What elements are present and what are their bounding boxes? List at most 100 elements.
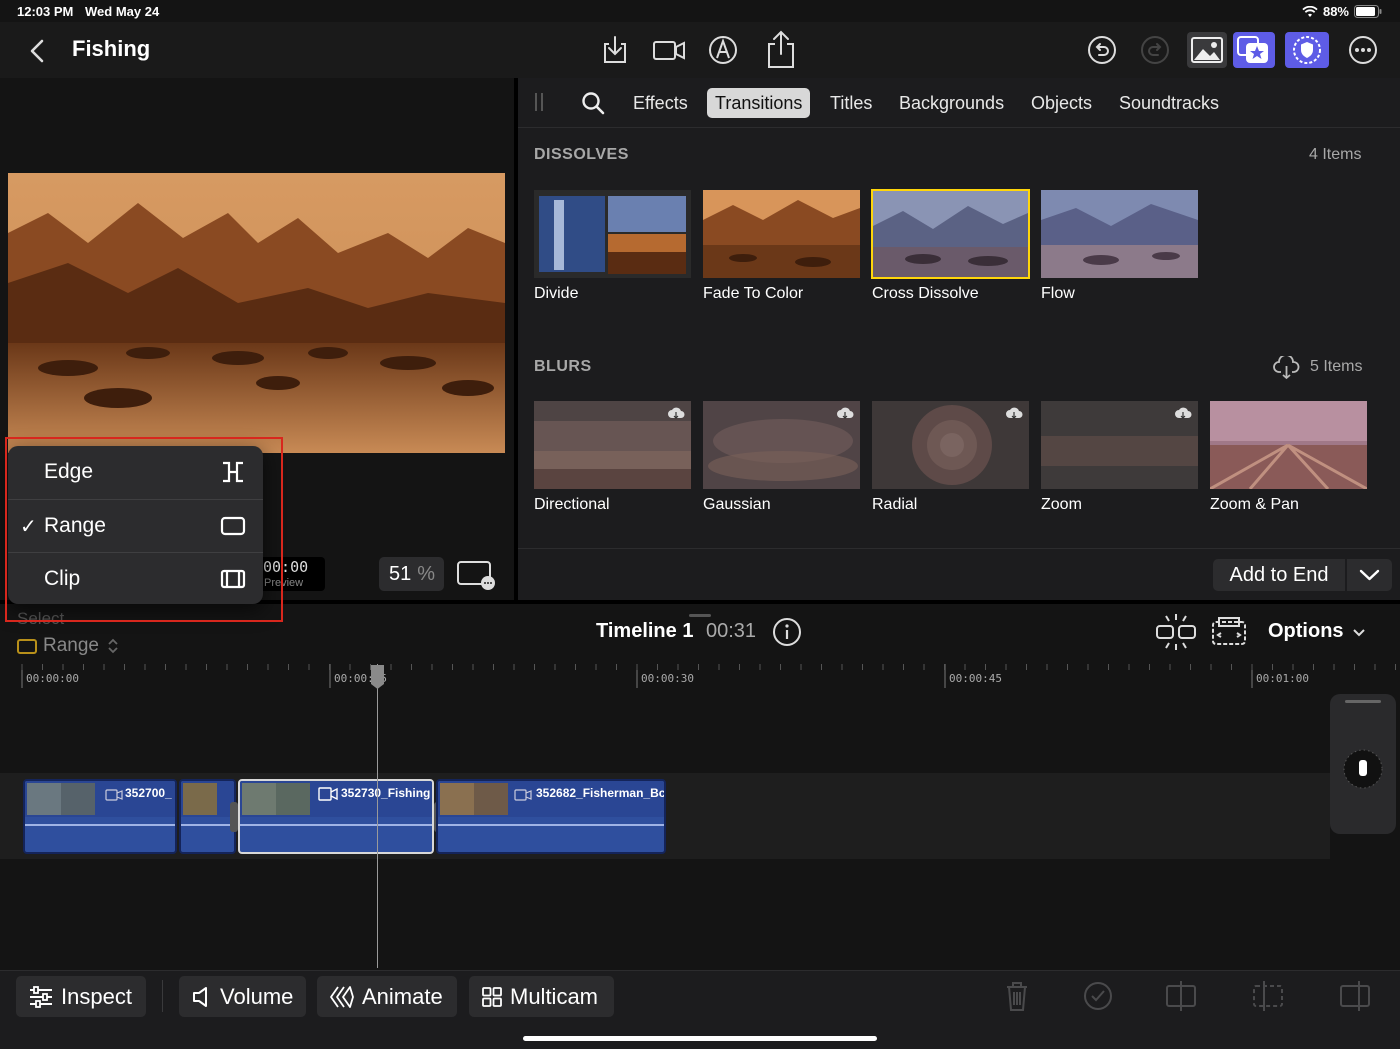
tab-transitions[interactable]: Transitions <box>707 88 811 118</box>
cloud-download-icon <box>1006 407 1023 419</box>
transition-divide[interactable] <box>534 190 691 278</box>
undo-icon[interactable] <box>1084 32 1120 68</box>
shield-button[interactable] <box>1285 32 1329 68</box>
chevron-updown-icon <box>108 638 118 654</box>
zoom-control[interactable]: 51% <box>379 557 444 591</box>
photos-button[interactable] <box>1187 32 1227 68</box>
timeline-duration: 00:31 <box>706 620 757 642</box>
camera-icon[interactable] <box>651 32 687 68</box>
clip-name: 352730_Fishing <box>341 786 431 800</box>
import-icon[interactable] <box>597 32 633 68</box>
transition-label: Zoom & Pan <box>1210 496 1299 513</box>
ruler-label: 00:01:00 <box>1256 672 1309 685</box>
content-browser <box>518 78 1400 600</box>
add-options-button[interactable] <box>1347 559 1392 591</box>
options-menu-button[interactable]: Options <box>1268 620 1344 643</box>
video-clip[interactable]: 352700_ <box>23 779 177 854</box>
animate-label: Animate <box>362 983 443 1009</box>
project-title: Fishing <box>72 36 151 61</box>
add-to-end-button[interactable]: Add to End <box>1213 559 1345 591</box>
transition-label: Flow <box>1041 285 1075 302</box>
status-right: 88% <box>1302 4 1382 19</box>
viewer-options-icon[interactable] <box>456 559 498 591</box>
shield-icon <box>1293 36 1321 64</box>
transition-flow[interactable] <box>1041 190 1198 278</box>
share-icon[interactable] <box>762 29 800 71</box>
video-preview[interactable] <box>8 173 505 453</box>
ruler-label: 00:00:45 <box>949 672 1002 685</box>
section-title-dissolves: DISSOLVES <box>534 146 629 163</box>
tab-soundtracks[interactable]: Soundtracks <box>1111 88 1227 118</box>
video-clip-icon <box>514 789 532 801</box>
info-icon[interactable] <box>772 617 802 647</box>
cloud-download-icon <box>837 407 854 419</box>
video-clip-icon <box>318 787 338 801</box>
highlight-annotation <box>5 437 283 622</box>
multicam-label: Multicam <box>510 983 599 1009</box>
browser-footer-divider <box>518 548 1400 549</box>
multicam-button[interactable]: Multicam <box>469 976 614 1017</box>
playhead-handle[interactable] <box>370 664 385 690</box>
transition-label: Directional <box>534 496 610 513</box>
cloud-download-icon[interactable] <box>1273 356 1300 380</box>
transition-label: Zoom <box>1041 496 1082 513</box>
drag-handle[interactable] <box>535 93 543 111</box>
split-snap-icon[interactable] <box>1154 612 1198 652</box>
zoom-unit: % <box>417 563 436 585</box>
selection-mode-control[interactable]: Range <box>17 635 121 657</box>
video-clip[interactable] <box>179 779 236 854</box>
ruler-label: 00:00:00 <box>26 672 79 685</box>
search-icon[interactable] <box>580 90 606 116</box>
video-clip-selected[interactable]: 352730_Fishing <box>238 779 434 854</box>
options-label: Options <box>1268 620 1344 642</box>
detach-icon <box>1340 981 1370 1011</box>
voiceover-icon[interactable] <box>705 32 741 68</box>
checkmark-circle-icon <box>1084 982 1112 1010</box>
transition-cross-dissolve[interactable] <box>871 189 1030 279</box>
inspect-label: Inspect <box>61 983 132 1009</box>
timeline-ruler[interactable] <box>0 660 1400 692</box>
home-indicator[interactable] <box>523 1036 877 1041</box>
video-clip[interactable]: 352682_Fisherman_Bc <box>436 779 666 854</box>
ruler-label: 00:00:30 <box>641 672 694 685</box>
section-count-dissolves: 4 Items <box>1309 146 1362 163</box>
section-count-blurs: 5 Items <box>1310 358 1363 375</box>
selection-mode-value: Range <box>43 635 99 656</box>
overlay-button[interactable] <box>1233 32 1275 68</box>
star-overlay-icon <box>1237 36 1268 63</box>
tab-objects[interactable]: Objects <box>1023 88 1100 118</box>
battery-icon <box>1354 5 1382 18</box>
timeline-zoom-panel[interactable] <box>1330 694 1396 834</box>
speaker-icon <box>193 986 207 1007</box>
more-icon[interactable] <box>1345 32 1381 68</box>
tab-effects[interactable]: Effects <box>625 88 696 118</box>
chevron-down-icon <box>1353 629 1365 637</box>
timeline-zoom-icon[interactable] <box>1209 614 1249 650</box>
transition-zoom-and-pan[interactable] <box>1210 401 1367 489</box>
transition-label: Radial <box>872 496 918 513</box>
animate-icon <box>330 985 354 1008</box>
timeline-title: Timeline 1 <box>596 620 694 642</box>
transition-fade-to-color[interactable] <box>703 190 860 278</box>
chevron-down-icon <box>1359 569 1380 581</box>
transition-handle[interactable] <box>230 802 238 832</box>
split-icon <box>1166 981 1196 1011</box>
volume-label: Volume <box>220 983 294 1009</box>
inspect-button[interactable]: Inspect <box>16 976 146 1017</box>
zoom-dial-icon[interactable] <box>1342 748 1384 790</box>
zoom-value: 51 <box>389 563 412 585</box>
tab-titles[interactable]: Titles <box>822 88 880 118</box>
trash-icon <box>1007 982 1027 1011</box>
section-title-blurs: BLURS <box>534 358 592 375</box>
wifi-icon <box>1302 5 1318 17</box>
animate-button[interactable]: Animate <box>317 976 457 1017</box>
photos-icon <box>1191 37 1223 63</box>
grid-icon <box>482 986 502 1007</box>
tab-backgrounds[interactable]: Backgrounds <box>891 88 1012 118</box>
toolbar-separator <box>162 980 163 1012</box>
timeline-grabber[interactable] <box>689 614 711 617</box>
clip-name: 352682_Fisherman_Bc <box>536 786 666 800</box>
back-chevron-icon[interactable] <box>24 36 52 66</box>
volume-button[interactable]: Volume <box>179 976 306 1017</box>
trim-icon <box>1253 981 1283 1011</box>
